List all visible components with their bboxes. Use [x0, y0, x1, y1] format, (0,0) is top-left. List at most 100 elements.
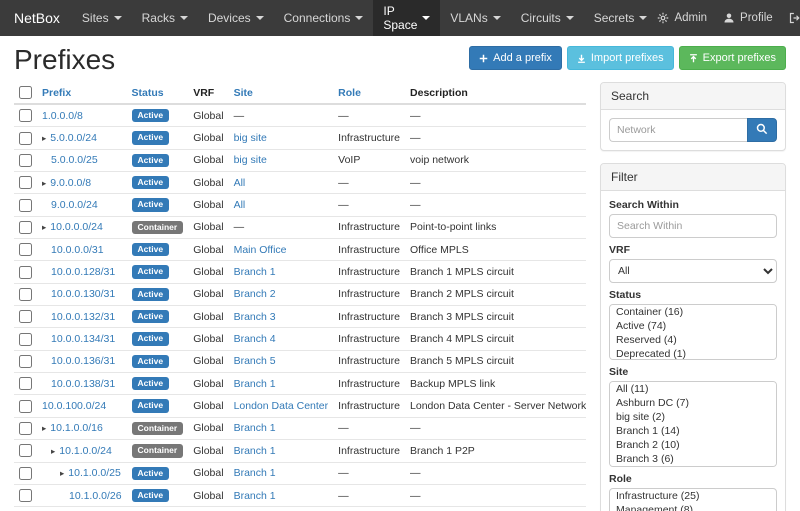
- row-checkbox[interactable]: [19, 422, 32, 435]
- site-link[interactable]: big site: [234, 154, 267, 166]
- prefix-link[interactable]: 10.0.0.0/24: [50, 221, 103, 233]
- row-checkbox[interactable]: [19, 154, 32, 167]
- site-link[interactable]: All: [234, 199, 246, 211]
- prefix-link[interactable]: 9.0.0.0/24: [51, 199, 98, 211]
- vrf-select[interactable]: All: [609, 259, 777, 283]
- add-prefix-button[interactable]: Add a prefix: [469, 46, 562, 70]
- filter-option[interactable]: Reserved (4): [610, 333, 776, 347]
- search-within-input[interactable]: [609, 214, 777, 238]
- prefix-link[interactable]: 1.0.0.0/8: [42, 110, 83, 122]
- site-link[interactable]: London Data Center: [234, 400, 329, 412]
- prefix-link[interactable]: 10.0.0.132/31: [51, 311, 115, 323]
- filter-option[interactable]: Branch 2 (10): [610, 438, 776, 452]
- filter-option[interactable]: All (11): [610, 382, 776, 396]
- import-prefixes-button[interactable]: Import prefixes: [567, 46, 674, 70]
- prefix-link[interactable]: 10.0.0.0/31: [51, 244, 104, 256]
- site-link[interactable]: Branch 5: [234, 355, 276, 367]
- prefix-link[interactable]: 5.0.0.0/24: [50, 132, 97, 144]
- status-cell: Active: [127, 484, 189, 506]
- filter-option[interactable]: big site (2): [610, 410, 776, 424]
- row-checkbox[interactable]: [19, 377, 32, 390]
- prefix-link[interactable]: 10.1.0.0/25: [68, 467, 121, 479]
- row-checkbox[interactable]: [19, 243, 32, 256]
- prefix-link[interactable]: 10.0.100.0/24: [42, 400, 106, 412]
- site-link[interactable]: Branch 3: [234, 311, 276, 323]
- site-link[interactable]: Branch 1: [234, 445, 276, 457]
- description-cell: Branch 1 MPLS circuit: [405, 261, 586, 283]
- prefix-link[interactable]: 5.0.0.0/25: [51, 154, 98, 166]
- logout-link[interactable]: Log out: [789, 6, 800, 30]
- row-checkbox-cell: [14, 172, 37, 194]
- site-link[interactable]: Branch 4: [234, 333, 276, 345]
- row-checkbox[interactable]: [19, 266, 32, 279]
- site-link[interactable]: Branch 1: [234, 490, 276, 502]
- prefix-link[interactable]: 10.0.0.128/31: [51, 266, 115, 278]
- site-link[interactable]: Branch 1: [234, 378, 276, 390]
- column-sort-link[interactable]: Site: [234, 87, 253, 99]
- prefix-cell: 10.0.0.128/31: [37, 261, 127, 283]
- site-link[interactable]: big site: [234, 132, 267, 144]
- row-checkbox[interactable]: [19, 310, 32, 323]
- role-listbox[interactable]: Infrastructure (25)Management (8)Private…: [609, 488, 777, 511]
- filter-option[interactable]: Ashburn DC (7): [610, 396, 776, 410]
- filter-option[interactable]: Container (16): [610, 305, 776, 319]
- prefix-link[interactable]: 10.1.0.0/24: [59, 445, 112, 457]
- row-checkbox[interactable]: [19, 467, 32, 480]
- row-checkbox[interactable]: [19, 400, 32, 413]
- column-sort-link[interactable]: Prefix: [42, 87, 71, 99]
- nav-item-sites[interactable]: Sites: [72, 0, 132, 36]
- profile-link[interactable]: Profile: [723, 12, 773, 24]
- nav-item-ip-space[interactable]: IP Space: [373, 0, 440, 36]
- prefix-link[interactable]: 10.1.0.0/16: [50, 422, 103, 434]
- site-link[interactable]: Branch 1: [234, 467, 276, 479]
- site-link[interactable]: Main Office: [234, 244, 287, 256]
- row-checkbox[interactable]: [19, 109, 32, 122]
- site-link[interactable]: All: [234, 177, 246, 189]
- row-checkbox[interactable]: [19, 288, 32, 301]
- status-listbox[interactable]: Container (16)Active (74)Reserved (4)Dep…: [609, 304, 777, 360]
- prefix-link[interactable]: 10.1.0.0/26: [69, 490, 122, 502]
- nav-item-devices[interactable]: Devices: [198, 0, 274, 36]
- nav-item-secrets[interactable]: Secrets: [584, 0, 658, 36]
- search-input[interactable]: [609, 118, 747, 142]
- row-checkbox[interactable]: [19, 489, 32, 502]
- site-listbox[interactable]: All (11)Ashburn DC (7)big site (2)Branch…: [609, 381, 777, 467]
- select-all-checkbox[interactable]: [19, 86, 32, 99]
- role-cell: Infrastructure: [333, 440, 405, 462]
- prefix-link[interactable]: 10.0.0.136/31: [51, 355, 115, 367]
- prefix-link[interactable]: 9.0.0.0/8: [50, 177, 91, 189]
- site-link[interactable]: Branch 1: [234, 422, 276, 434]
- row-checkbox[interactable]: [19, 132, 32, 145]
- site-link[interactable]: Branch 1: [234, 266, 276, 278]
- filter-option[interactable]: Branch 4 (12): [610, 466, 776, 467]
- filter-option[interactable]: Branch 1 (14): [610, 424, 776, 438]
- filter-option[interactable]: Deprecated (1): [610, 347, 776, 360]
- column-sort-link[interactable]: Role: [338, 87, 361, 99]
- export-prefixes-button[interactable]: Export prefixes: [679, 46, 786, 70]
- search-button[interactable]: [747, 118, 777, 142]
- row-checkbox[interactable]: [19, 176, 32, 189]
- brand[interactable]: NetBox: [10, 0, 72, 36]
- nav-item-connections[interactable]: Connections: [274, 0, 374, 36]
- prefix-link[interactable]: 10.0.0.130/31: [51, 288, 115, 300]
- admin-link[interactable]: Admin: [657, 12, 707, 24]
- import-prefixes-label: Import prefixes: [591, 52, 664, 64]
- row-checkbox[interactable]: [19, 355, 32, 368]
- nav-item-circuits[interactable]: Circuits: [511, 0, 584, 36]
- prefix-link[interactable]: 10.0.0.134/31: [51, 333, 115, 345]
- site-cell: Branch 1: [229, 484, 334, 506]
- row-checkbox[interactable]: [19, 444, 32, 457]
- column-sort-link[interactable]: Status: [132, 87, 164, 99]
- row-checkbox[interactable]: [19, 333, 32, 346]
- nav-item-racks[interactable]: Racks: [132, 0, 198, 36]
- row-checkbox[interactable]: [19, 199, 32, 212]
- prefix-link[interactable]: 10.0.0.138/31: [51, 378, 115, 390]
- filter-option[interactable]: Branch 3 (6): [610, 452, 776, 466]
- filter-option[interactable]: Infrastructure (25): [610, 489, 776, 503]
- filter-option[interactable]: Management (8): [610, 503, 776, 511]
- row-checkbox[interactable]: [19, 221, 32, 234]
- site-link[interactable]: Branch 2: [234, 288, 276, 300]
- vrf-cell: Global: [188, 417, 228, 439]
- nav-item-vlans[interactable]: VLANs: [440, 0, 510, 36]
- filter-option[interactable]: Active (74): [610, 319, 776, 333]
